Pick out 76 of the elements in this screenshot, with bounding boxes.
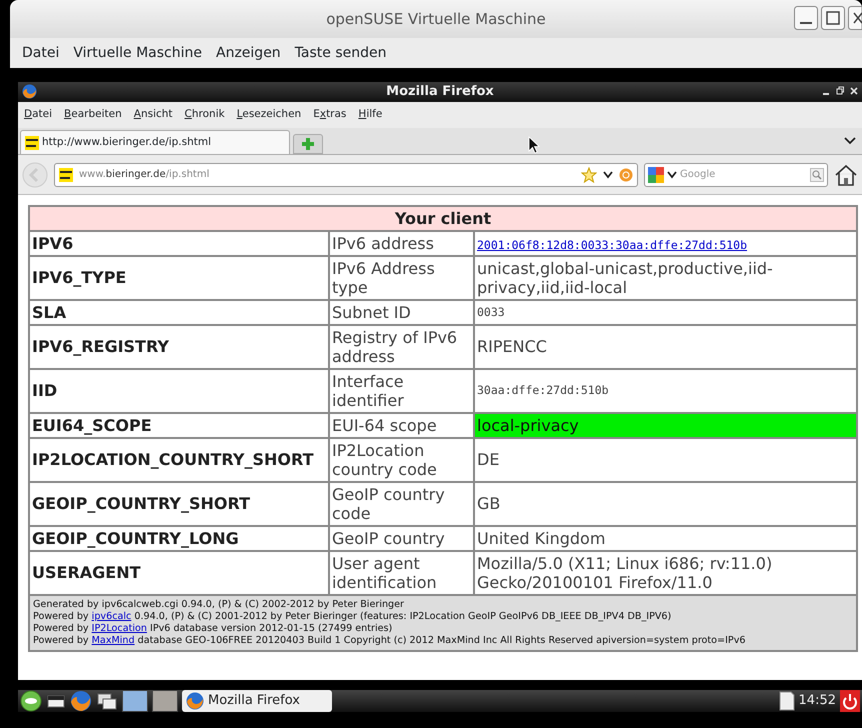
minimize-button[interactable] (794, 6, 818, 30)
table-heading: Your client (29, 206, 857, 231)
firefox-icon[interactable] (70, 690, 92, 712)
footer-link[interactable]: ipv6calc (92, 610, 132, 622)
table-cell: IID (29, 369, 329, 413)
workspace-button[interactable] (122, 690, 148, 712)
window-title: Mozilla Firefox (386, 83, 494, 102)
power-button[interactable] (840, 690, 860, 712)
table-cell: GeoIP country code (329, 482, 474, 526)
taskbar-button[interactable]: Mozilla Firefox (182, 690, 332, 712)
windows-icon[interactable] (96, 691, 118, 711)
menu-item[interactable]: Extras (313, 107, 346, 123)
table-cell: RIPENCC (474, 325, 857, 369)
footer-link[interactable]: IP2Location (92, 622, 147, 634)
table-cell: IP2LOCATION_COUNTRY_SHORT (29, 438, 329, 482)
maximize-button[interactable] (821, 6, 845, 30)
search-bar[interactable]: Google (644, 162, 828, 186)
table-cell: 0033 (474, 300, 857, 325)
footer-line: Powered by MaxMind database GEO-106FREE 20120403 Build 1 Copyright (c) 2012 MaxMind Inc All Rights Reserved apiversion=system proto=IPv6 (33, 634, 746, 647)
table-cell: Interface identifier (329, 369, 474, 413)
menu-item[interactable]: Lesezeichen (236, 107, 302, 123)
clock: 14:52 (798, 692, 836, 710)
table-cell: GB (474, 482, 857, 526)
table-cell: EUI-64 scope (329, 413, 474, 438)
footer-line: Generated by ipv6calcweb.cgi 0.94.0, (P) & (C) 2002-2012 by Peter Bieringer (33, 599, 405, 611)
menu-item[interactable]: Chronik (184, 107, 225, 123)
table-cell: IP2Location country code (329, 438, 474, 482)
footer-line: Powered by ipv6calc 0.94.0, (P) & (C) 2001-2012 by Peter Bieringer (features: IP2Location GeoIP GeoIPv6 DB_IEEE DB_IPV4 DB_IPV6) (33, 610, 672, 623)
plus-icon (302, 138, 314, 150)
favicon-icon (59, 168, 73, 182)
workspace-button[interactable] (152, 690, 178, 712)
star-icon[interactable] (581, 166, 597, 182)
menu-item[interactable]: Anzeigen (216, 42, 281, 64)
close-button[interactable] (848, 6, 862, 30)
search-engine-icon[interactable] (648, 166, 664, 182)
table-cell: GeoIP country (329, 526, 474, 551)
menu-item[interactable]: Datei (24, 107, 52, 123)
search-icon[interactable] (810, 168, 824, 182)
home-button[interactable] (834, 162, 858, 186)
notes-icon[interactable] (778, 691, 795, 711)
table-cell: IPv6 Address type (329, 256, 474, 300)
start-menu-button[interactable] (20, 690, 42, 712)
firefox-icon (186, 692, 204, 710)
footer-link[interactable]: MaxMind (92, 634, 135, 646)
caret-icon[interactable] (667, 170, 677, 178)
menu-item[interactable]: Hilfe (358, 107, 382, 123)
table-cell: IPv6 address (329, 231, 474, 256)
table-cell: IPV6_REGISTRY (29, 325, 329, 369)
restore-button[interactable] (836, 86, 844, 96)
tab-list-icon[interactable] (844, 136, 856, 146)
window-title: openSUSE Virtuelle Maschine (326, 8, 546, 30)
menu-item[interactable]: Taste senden (294, 42, 387, 64)
table-cell: GEOIP_COUNTRY_LONG (29, 526, 329, 551)
table-cell: United Kingdom (474, 526, 857, 551)
table-cell: IPV6 (29, 231, 329, 256)
firefox-icon (22, 84, 37, 99)
table-cell: EUI64_SCOPE (29, 413, 329, 438)
table-cell: SLA (29, 300, 329, 325)
table-cell: unicast,global-unicast,productive,iid-privacy,iid,iid-local (474, 256, 857, 300)
table-cell: local-privacy (474, 413, 857, 438)
table-cell: GEOIP_COUNTRY_SHORT (29, 482, 329, 526)
url-text: www.bieringer.de/ip.shtml (79, 168, 210, 182)
table-cell: DE (474, 438, 857, 482)
caret-icon[interactable] (603, 170, 613, 178)
table-cell: Registry of IPv6 address (329, 325, 474, 369)
table-cell: IPV6_TYPE (29, 256, 329, 300)
menu-item[interactable]: Datei (22, 42, 60, 64)
favicon-icon (25, 136, 39, 150)
mouse-pointer-icon (528, 136, 540, 154)
menu-item[interactable]: Ansicht (134, 107, 173, 123)
menu-item[interactable]: Virtuelle Maschine (73, 42, 202, 64)
browser-tab[interactable]: http://www.bieringer.de/ip.shtml (20, 130, 290, 154)
address-bar[interactable]: www.bieringer.de/ip.shtml (54, 162, 638, 186)
footer-line: Powered by IP2Location IPv6 database version 2012-01-15 (27499 entries) (33, 622, 394, 635)
table-cell: Subnet ID (329, 300, 474, 325)
menu-item[interactable]: Bearbeiten (64, 107, 122, 123)
